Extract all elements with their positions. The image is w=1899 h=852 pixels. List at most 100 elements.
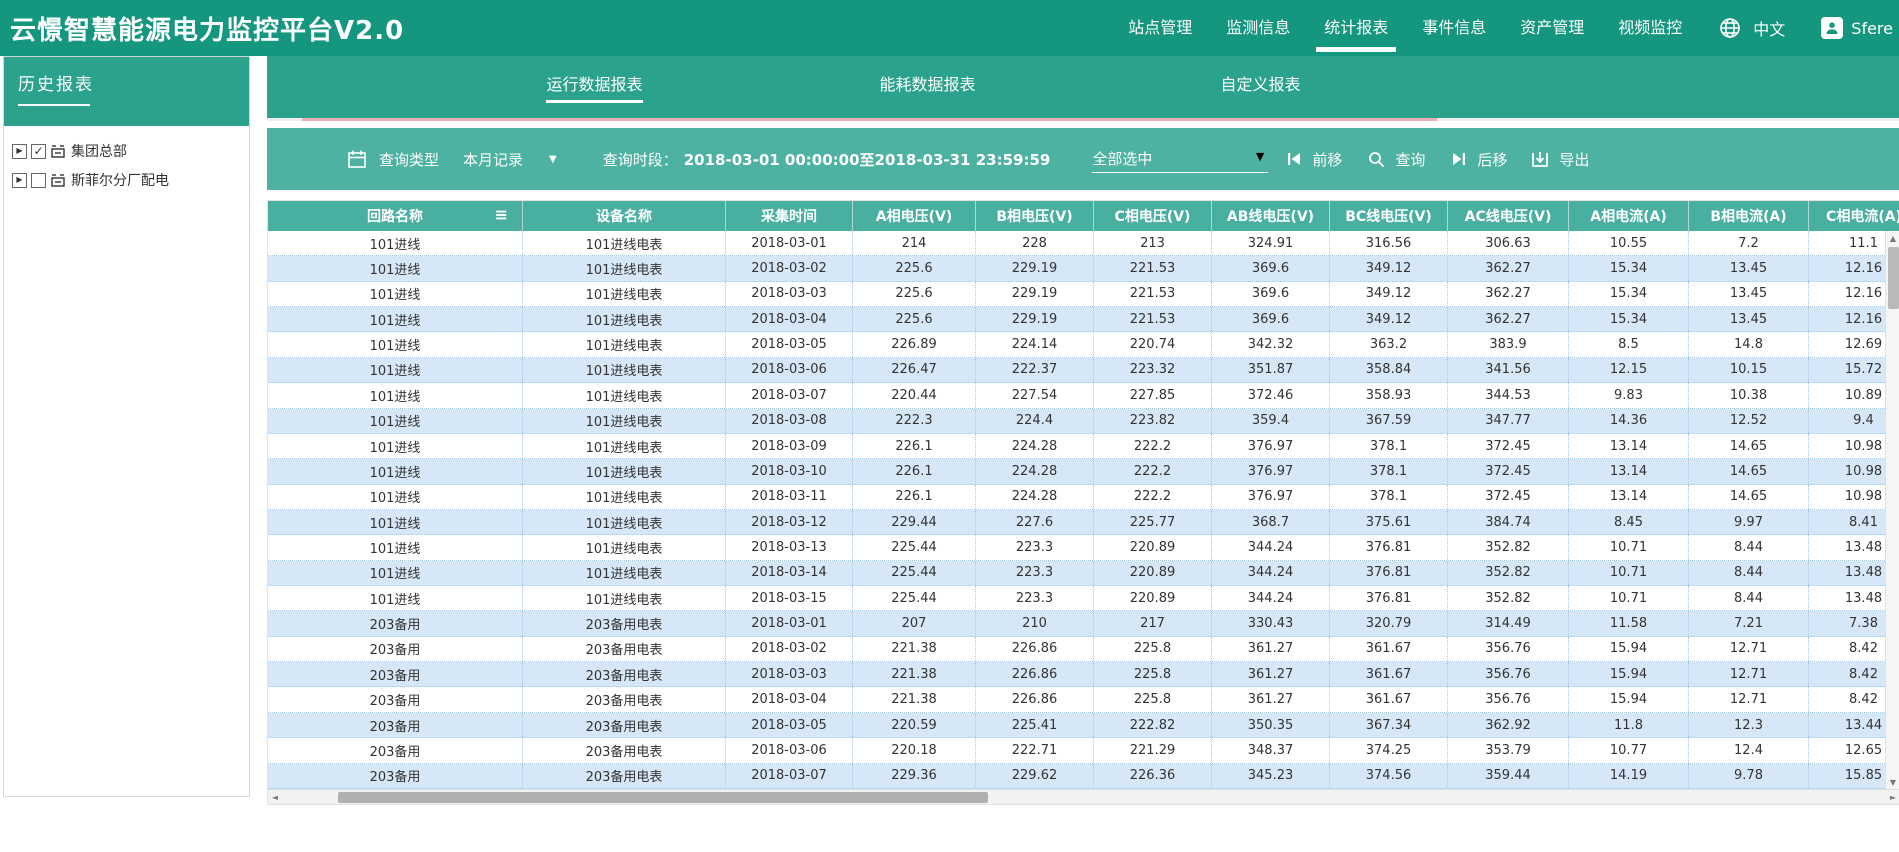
cell-phase-b-voltage: 227.6 (976, 510, 1094, 534)
col-header-circuit-name: 回路名称 ≡ (268, 201, 523, 231)
table-row[interactable]: 101进线 101进线电表 2018-03-12 229.44 227.6 22… (268, 510, 1899, 535)
cell-phase-a-voltage: 225.44 (853, 535, 976, 559)
expand-icon[interactable] (12, 144, 27, 159)
table-row[interactable]: 203备用 203备用电表 2018-03-07 229.36 229.62 2… (268, 764, 1899, 789)
table-row[interactable]: 101进线 101进线电表 2018-03-05 226.89 224.14 2… (268, 332, 1899, 357)
checkbox-checked-icon[interactable] (31, 144, 46, 159)
cell-phase-a-voltage: 226.1 (853, 485, 976, 509)
tree-node-group-hq[interactable]: 集团总部 (12, 140, 241, 162)
cell-line-ac-voltage: 344.53 (1448, 383, 1569, 407)
table-row[interactable]: 101进线 101进线电表 2018-03-01 214 228 213 324… (268, 231, 1899, 256)
globe-icon[interactable] (1719, 17, 1741, 39)
query-button[interactable]: 查询 (1368, 149, 1425, 170)
nav-item-monitoring-info[interactable]: 监测信息 (1226, 0, 1290, 56)
user-icon[interactable] (1821, 17, 1843, 39)
cell-circuit-name: 203备用 (268, 764, 523, 788)
cell-phase-b-voltage: 225.41 (976, 713, 1094, 737)
select-all-dropdown[interactable]: 全部选中 ▼ (1092, 146, 1268, 173)
tree-node-label[interactable]: 斯菲尔分厂配电 (71, 170, 169, 190)
cell-phase-c-voltage: 222.2 (1094, 434, 1212, 458)
move-next-button[interactable]: 后移 (1451, 149, 1507, 170)
table-row[interactable]: 101进线 101进线电表 2018-03-14 225.44 223.3 22… (268, 561, 1899, 586)
cell-phase-c-voltage: 221.53 (1094, 282, 1212, 306)
table-row[interactable]: 101进线 101进线电表 2018-03-08 222.3 224.4 223… (268, 409, 1899, 434)
cell-phase-b-current: 12.3 (1689, 713, 1809, 737)
cell-line-ab-voltage: 330.43 (1212, 611, 1330, 635)
col-header-phase-b-current: B相电流(A) (1689, 201, 1809, 231)
cell-phase-b-voltage: 223.3 (976, 535, 1094, 559)
cell-phase-a-current: 15.94 (1569, 662, 1689, 686)
cell-phase-b-voltage: 226.86 (976, 662, 1094, 686)
scroll-up-icon[interactable]: ▲ (1886, 231, 1899, 245)
scroll-right-icon[interactable]: ► (1886, 790, 1899, 804)
cell-line-ac-voltage: 362.92 (1448, 713, 1569, 737)
nav-item-statistics-report[interactable]: 统计报表 (1324, 0, 1388, 56)
table-row[interactable]: 203备用 203备用电表 2018-03-02 221.38 226.86 2… (268, 637, 1899, 662)
cell-phase-b-voltage: 222.37 (976, 358, 1094, 382)
cell-phase-b-current: 8.44 (1689, 561, 1809, 585)
table-row[interactable]: 203备用 203备用电表 2018-03-06 220.18 222.71 2… (268, 738, 1899, 763)
tree-node-sfere-plant[interactable]: 斯菲尔分厂配电 (12, 169, 241, 191)
nav-item-video-surveillance[interactable]: 视频监控 (1618, 0, 1682, 56)
nav-item-asset-management[interactable]: 资产管理 (1520, 0, 1584, 56)
scroll-down-icon[interactable]: ▼ (1886, 775, 1899, 789)
table-row[interactable]: 101进线 101进线电表 2018-03-06 226.47 222.37 2… (268, 358, 1899, 383)
table-header-row: 回路名称 ≡ 设备名称 采集时间 A相电压(V) B相电压(V) C相电压(V)… (268, 201, 1899, 231)
query-type-select[interactable]: 本月记录 (463, 149, 523, 170)
table-row[interactable]: 101进线 101进线电表 2018-03-07 220.44 227.54 2… (268, 383, 1899, 408)
cell-line-ab-voltage: 344.24 (1212, 535, 1330, 559)
cell-phase-b-voltage: 226.86 (976, 637, 1094, 661)
chevron-down-icon[interactable]: ▼ (549, 154, 557, 165)
vertical-scrollbar-thumb[interactable] (1888, 247, 1899, 309)
cell-phase-b-voltage: 223.3 (976, 561, 1094, 585)
cell-phase-c-voltage: 225.77 (1094, 510, 1212, 534)
cell-line-ab-voltage: 359.4 (1212, 409, 1330, 433)
table-row[interactable]: 101进线 101进线电表 2018-03-15 225.44 223.3 22… (268, 586, 1899, 611)
tab-energy-data-report[interactable]: 能耗数据报表 (761, 56, 1094, 118)
cell-line-bc-voltage: 378.1 (1330, 459, 1448, 483)
table-row[interactable]: 203备用 203备用电表 2018-03-01 207 210 217 330… (268, 611, 1899, 636)
horizontal-scrollbar-thumb[interactable] (338, 792, 988, 803)
calendar-icon[interactable] (347, 149, 367, 169)
export-button[interactable]: 导出 (1531, 149, 1589, 170)
cell-device-name: 101进线电表 (523, 358, 726, 382)
cell-collect-time: 2018-03-03 (726, 662, 853, 686)
table-row[interactable]: 101进线 101进线电表 2018-03-02 225.6 229.19 22… (268, 256, 1899, 281)
nav-item-event-info[interactable]: 事件信息 (1422, 0, 1486, 56)
table-row[interactable]: 203备用 203备用电表 2018-03-03 221.38 226.86 2… (268, 662, 1899, 687)
cell-line-bc-voltage: 378.1 (1330, 434, 1448, 458)
step-forward-icon (1451, 151, 1467, 167)
cell-phase-c-voltage: 222.2 (1094, 459, 1212, 483)
chevron-down-icon[interactable]: ▼ (1256, 150, 1264, 163)
table-row[interactable]: 101进线 101进线电表 2018-03-04 225.6 229.19 22… (268, 307, 1899, 332)
table-row[interactable]: 203备用 203备用电表 2018-03-05 220.59 225.41 2… (268, 713, 1899, 738)
tab-operation-data-report[interactable]: 运行数据报表 (428, 56, 761, 118)
username-label[interactable]: Sfere (1851, 19, 1893, 38)
cell-collect-time: 2018-03-02 (726, 637, 853, 661)
cell-collect-time: 2018-03-02 (726, 256, 853, 280)
table-row[interactable]: 101进线 101进线电表 2018-03-03 225.6 229.19 22… (268, 282, 1899, 307)
tab-custom-report[interactable]: 自定义报表 (1094, 56, 1427, 118)
vertical-scrollbar[interactable]: ▲ ▼ (1885, 231, 1899, 789)
table-row[interactable]: 101进线 101进线电表 2018-03-11 226.1 224.28 22… (268, 485, 1899, 510)
nav-item-site-management[interactable]: 站点管理 (1128, 0, 1192, 56)
cell-phase-a-current: 15.34 (1569, 307, 1689, 331)
query-toolbar: 查询类型 本月记录 ▼ 查询时段： 2018-03-01 00:00:00至20… (267, 128, 1899, 190)
table-row[interactable]: 203备用 203备用电表 2018-03-04 221.38 226.86 2… (268, 687, 1899, 712)
table-row[interactable]: 101进线 101进线电表 2018-03-13 225.44 223.3 22… (268, 535, 1899, 560)
scroll-left-icon[interactable]: ◄ (268, 790, 282, 804)
table-row[interactable]: 101进线 101进线电表 2018-03-09 226.1 224.28 22… (268, 434, 1899, 459)
language-switcher[interactable]: 中文 (1753, 16, 1785, 40)
cell-phase-a-current: 10.71 (1569, 586, 1689, 610)
checkbox-unchecked-icon[interactable] (31, 173, 46, 188)
cell-circuit-name: 101进线 (268, 256, 523, 280)
column-menu-icon[interactable]: ≡ (495, 205, 508, 224)
expand-icon[interactable] (12, 173, 27, 188)
horizontal-scrollbar[interactable]: ◄ ► (268, 789, 1899, 804)
history-report-sidebar: 历史报表 集团总部 斯菲尔分厂配电 (3, 56, 250, 797)
cell-phase-a-current: 14.36 (1569, 409, 1689, 433)
search-icon (1368, 151, 1385, 168)
move-prev-button[interactable]: 前移 (1286, 149, 1342, 170)
tree-node-label[interactable]: 集团总部 (71, 141, 127, 161)
table-row[interactable]: 101进线 101进线电表 2018-03-10 226.1 224.28 22… (268, 459, 1899, 484)
